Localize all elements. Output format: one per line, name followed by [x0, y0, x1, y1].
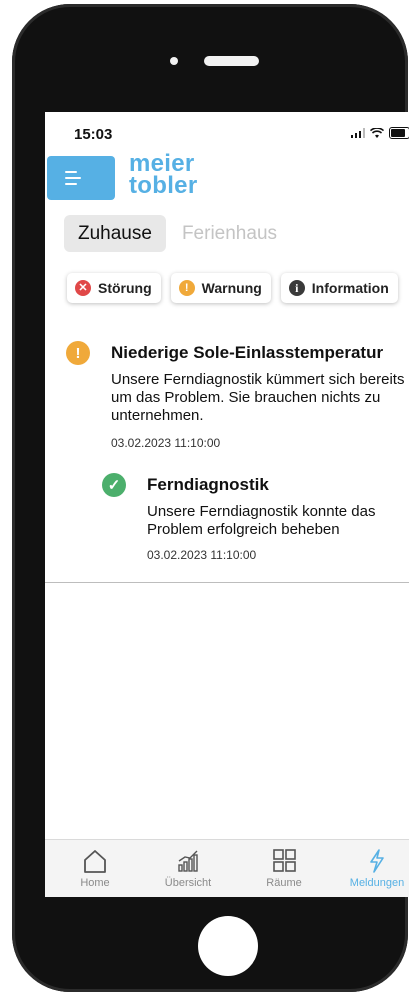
message-body: Unsere Ferndiagnostik kümmert sich berei…: [111, 371, 405, 424]
filter-warnung-button[interactable]: ! Warnung: [170, 273, 271, 303]
nav-home[interactable]: Home: [55, 840, 135, 897]
battery-icon: [389, 127, 409, 139]
meier-tobler-logo: meier tobler: [129, 150, 198, 199]
chip-label: Information: [311, 280, 389, 296]
nav-raeume[interactable]: Räume: [244, 840, 324, 897]
nav-label: Home: [80, 877, 110, 889]
front-camera: [170, 57, 178, 65]
location-tabs: Zuhause Ferienhaus: [64, 215, 291, 252]
message-item[interactable]: ✓ Ferndiagnostik Unsere Ferndiagnostik k…: [45, 472, 409, 572]
nav-label: Meldungen: [349, 877, 405, 889]
message-date: 03.02.2023 11:10:00: [147, 548, 257, 562]
nav-meldungen[interactable]: Meldungen: [337, 840, 409, 897]
check-circle-icon: ✓: [102, 473, 126, 497]
nav-label: Übersicht: [164, 877, 212, 889]
chip-label: Störung: [98, 280, 152, 296]
nav-label: Räume: [266, 877, 302, 889]
menu-button[interactable]: [47, 156, 115, 200]
filter-information-button[interactable]: i Information: [280, 273, 398, 303]
warning-exclamation-icon: !: [66, 341, 90, 365]
tab-zuhause[interactable]: Zuhause: [64, 215, 166, 252]
message-title: Ferndiagnostik: [147, 475, 269, 494]
app-screen: 15:03 meier tobler Zuhause Ferienhaus ✕ …: [45, 112, 409, 897]
signal-icon: [350, 128, 365, 138]
message-item[interactable]: ! Niederige Sole-Einlasstemperatur Unser…: [45, 337, 409, 457]
nav-uebersicht[interactable]: Übersicht: [148, 840, 228, 897]
status-icons: [350, 127, 409, 139]
tab-ferienhaus[interactable]: Ferienhaus: [168, 215, 291, 252]
speaker-grille: [204, 56, 259, 66]
message-title: Niederige Sole-Einlasstemperatur: [111, 343, 384, 362]
bottom-navigation: Home Übersicht Räume Meldungen: [45, 839, 409, 897]
status-bar: 15:03: [45, 112, 409, 152]
grid-icon: [273, 849, 296, 872]
message-date: 03.02.2023 11:10:00: [111, 436, 221, 450]
lightning-icon: [370, 849, 384, 873]
message-body: Unsere Ferndiagnostik konnte das Problem…: [147, 503, 376, 538]
filter-chips: ✕ Störung ! Warnung i Information: [67, 273, 398, 303]
home-icon: [84, 850, 106, 873]
list-divider: [45, 582, 409, 583]
warning-exclamation-icon: !: [178, 280, 195, 296]
home-button[interactable]: [198, 916, 258, 976]
chip-label: Warnung: [201, 280, 262, 296]
status-time: 15:03: [74, 126, 113, 143]
phone-frame: 15:03 meier tobler Zuhause Ferienhaus ✕ …: [12, 4, 409, 992]
filter-stoerung-button[interactable]: ✕ Störung: [67, 273, 161, 303]
chart-icon: [178, 850, 198, 872]
info-icon: i: [288, 280, 305, 296]
error-x-icon: ✕: [75, 280, 91, 296]
wifi-icon: [370, 127, 384, 138]
